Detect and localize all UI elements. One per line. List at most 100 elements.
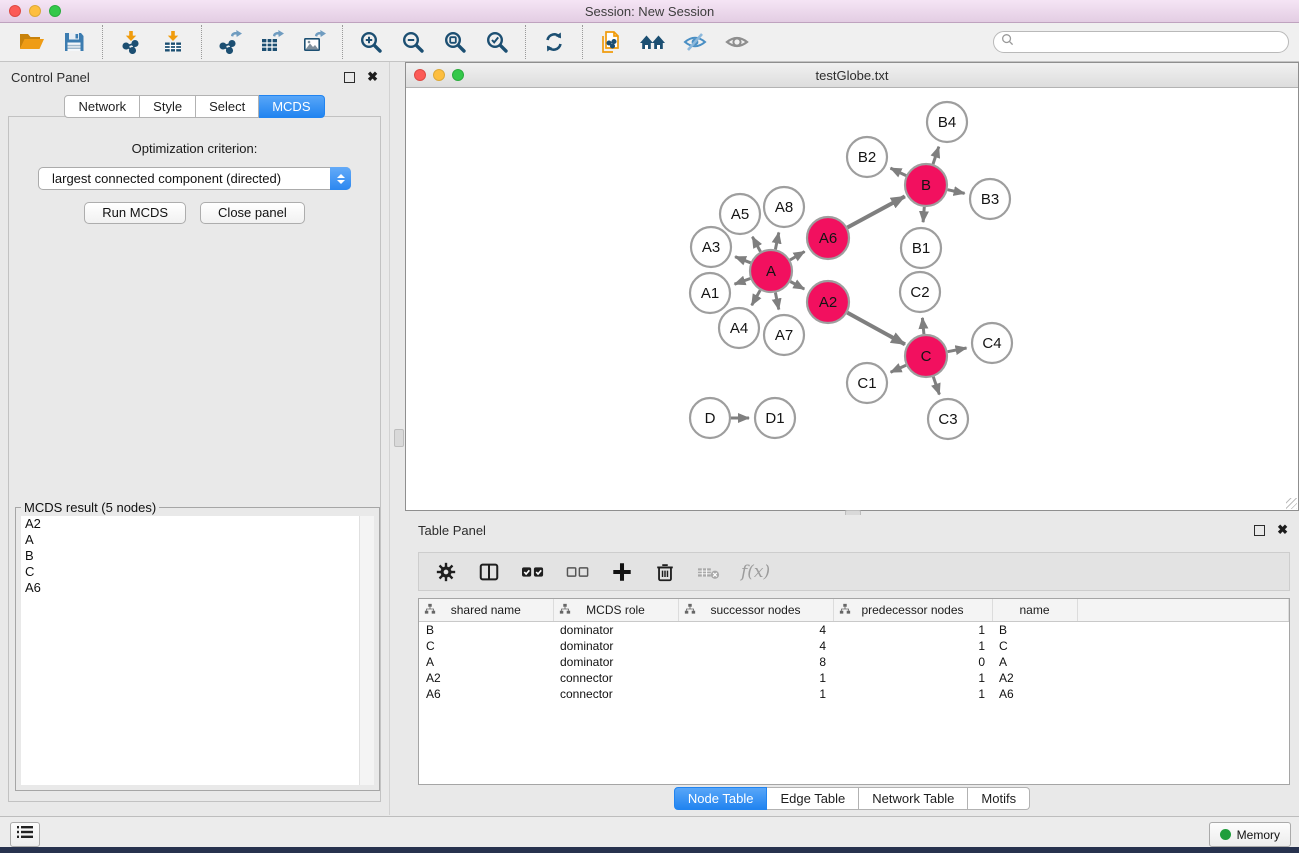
open-session-icon[interactable] [15,26,49,58]
mcds-result-item[interactable]: A [21,532,374,548]
column-header-shared-name[interactable]: shared name [419,599,553,622]
memory-button[interactable]: Memory [1209,822,1291,847]
net-minimize-icon[interactable] [433,69,445,81]
table-cell[interactable]: A6 [419,686,553,702]
tab-network-table[interactable]: Network Table [859,787,968,810]
table-cell[interactable]: B [419,622,553,639]
table-cell[interactable]: A6 [992,686,1077,702]
tab-network[interactable]: Network [64,95,140,118]
table-cell[interactable]: 1 [678,670,833,686]
table-row[interactable]: A6connector11A6 [419,686,1289,702]
table-cell[interactable]: A [419,654,553,670]
graph-edge-A6-B[interactable] [847,196,905,227]
table-cell[interactable]: C [992,638,1077,654]
net-zoom-icon[interactable] [452,69,464,81]
table-cell[interactable]: 4 [678,638,833,654]
save-session-icon[interactable] [57,26,91,58]
graph-edge-A-A5[interactable] [752,237,760,252]
task-history-button[interactable] [10,822,40,847]
graph-edge-B-B1[interactable] [923,207,924,222]
hide-selected-icon[interactable] [678,26,712,58]
zoom-in-icon[interactable] [354,26,388,58]
table-cell[interactable]: 8 [678,654,833,670]
graph-edge-A-A4[interactable] [752,290,761,305]
table-cell[interactable]: A2 [419,670,553,686]
graph-edge-A2-C[interactable] [847,313,905,345]
import-table-icon[interactable] [156,26,190,58]
table-close-panel-icon[interactable]: ✖ [1277,525,1288,535]
criterion-dropdown[interactable]: largest connected component (directed) [38,167,351,190]
export-image-icon[interactable] [297,26,331,58]
tab-motifs[interactable]: Motifs [968,787,1030,810]
table-cell[interactable]: connector [553,670,678,686]
graph-edge-C-C4[interactable] [948,348,967,352]
net-close-icon[interactable] [414,69,426,81]
table-row[interactable]: Cdominator41C [419,638,1289,654]
search-input[interactable] [1019,34,1288,50]
table-cell[interactable]: 1 [833,638,992,654]
mcds-result-item[interactable]: A2 [21,516,374,532]
import-network-icon[interactable] [114,26,148,58]
graph-edge-B-B4[interactable] [933,147,939,164]
graph-edge-C-C2[interactable] [922,318,924,334]
table-cell[interactable]: C [419,638,553,654]
mcds-result-item[interactable]: B [21,548,374,564]
close-panel-button[interactable]: Close panel [200,202,305,224]
show-selected-icon[interactable] [720,26,754,58]
result-list-scrollbar[interactable] [359,516,374,785]
graph-edge-B-B2[interactable] [891,168,907,176]
table-row[interactable]: A2connector11A2 [419,670,1289,686]
zoom-fit-icon[interactable] [438,26,472,58]
table-cell[interactable]: 1 [833,622,992,639]
table-cell[interactable]: A [992,654,1077,670]
tab-select[interactable]: Select [196,95,259,118]
zoom-selected-icon[interactable] [480,26,514,58]
select-all-icon[interactable] [520,559,546,585]
export-table-icon[interactable] [255,26,289,58]
graph-edge-A-A7[interactable] [775,293,778,310]
settings-icon[interactable] [434,559,458,585]
close-window-icon[interactable] [9,5,21,17]
resize-grip-icon[interactable] [1286,498,1297,509]
run-mcds-button[interactable]: Run MCDS [84,202,186,224]
export-network-icon[interactable] [213,26,247,58]
table-row[interactable]: Adominator80A [419,654,1289,670]
graph-edge-B-B3[interactable] [948,190,965,194]
dropdown-stepper-icon[interactable] [330,167,351,190]
table-cell[interactable]: B [992,622,1077,639]
network-canvas[interactable]: AA1A3A5A8A6A2A4A7BB2B4B3B1C2CC4C1C3DD1 [406,88,1298,510]
table-cell[interactable]: 0 [833,654,992,670]
table-cell[interactable]: 4 [678,622,833,639]
tab-node-table[interactable]: Node Table [674,787,768,810]
search-box[interactable] [993,31,1289,53]
minimize-window-icon[interactable] [29,5,41,17]
graph-edge-A-A6[interactable] [790,252,805,261]
table-cell[interactable]: connector [553,686,678,702]
graph-edge-C-C3[interactable] [933,377,939,395]
table-cell[interactable]: 1 [678,686,833,702]
float-panel-icon[interactable] [344,72,355,83]
add-icon[interactable] [610,559,634,585]
column-header-predecessor-nodes[interactable]: predecessor nodes [833,599,992,622]
split-view-icon[interactable] [477,559,501,585]
graph-edge-A-A3[interactable] [735,257,751,263]
tab-mcds[interactable]: MCDS [259,95,324,118]
table-float-panel-icon[interactable] [1254,525,1265,536]
graph-edge-A-A1[interactable] [735,279,751,285]
table-cell[interactable]: A2 [992,670,1077,686]
mcds-result-item[interactable]: A6 [21,580,374,596]
table-cell[interactable]: 1 [833,670,992,686]
table-cell[interactable]: 1 [833,686,992,702]
refresh-icon[interactable] [537,26,571,58]
table-row[interactable]: Bdominator41B [419,622,1289,639]
deselect-all-icon[interactable] [565,559,591,585]
vertical-splitter-handle[interactable] [394,429,404,447]
tab-edge-table[interactable]: Edge Table [767,787,859,810]
graph-edge-A-A8[interactable] [775,233,778,250]
tab-style[interactable]: Style [140,95,196,118]
home-icon[interactable] [636,26,670,58]
zoom-window-icon[interactable] [49,5,61,17]
zoom-out-icon[interactable] [396,26,430,58]
table-cell[interactable]: dominator [553,622,678,639]
column-header-MCDS-role[interactable]: MCDS role [553,599,678,622]
